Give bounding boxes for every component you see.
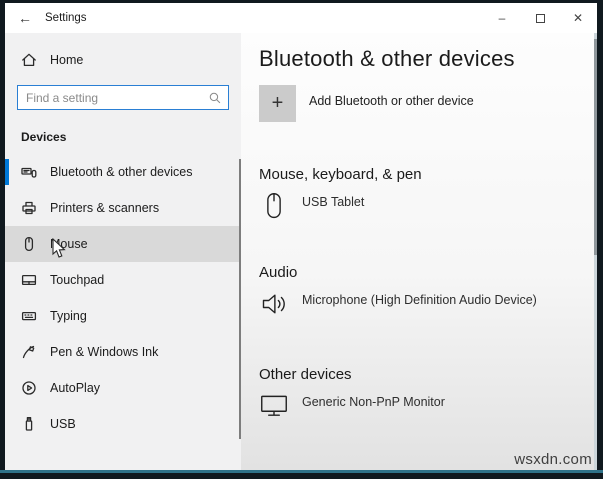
devices-icon [21, 164, 37, 180]
maximize-button[interactable] [521, 3, 559, 33]
device-row-microphone[interactable]: Microphone (High Definition Audio Device… [259, 288, 537, 320]
content-scrollbar-track[interactable] [594, 33, 597, 470]
sidebar-item-touchpad[interactable]: Touchpad [5, 262, 241, 298]
watermark: wsxdn.com [514, 451, 592, 468]
back-arrow-icon: ← [18, 10, 32, 26]
device-row-generic-monitor[interactable]: Generic Non-PnP Monitor [259, 390, 445, 422]
sidebar-item-label: Printers & scanners [50, 201, 159, 215]
device-label: Microphone (High Definition Audio Device… [302, 293, 537, 307]
printer-icon [21, 200, 37, 216]
sidebar: Home Devices Bluetooth & other devices [5, 33, 241, 470]
sidebar-item-label: Pen & Windows Ink [50, 345, 158, 359]
plus-icon: + [259, 85, 296, 122]
sidebar-nav: Bluetooth & other devices Printers & sca… [5, 154, 241, 442]
close-icon: ✕ [573, 11, 583, 25]
sidebar-item-usb[interactable]: USB [5, 406, 241, 442]
sidebar-item-home[interactable]: Home [5, 47, 241, 73]
touchpad-icon [21, 272, 37, 288]
device-row-usb-tablet[interactable]: USB Tablet [259, 190, 364, 222]
maximize-icon [536, 14, 545, 23]
window-title: Settings [45, 12, 87, 24]
keyboard-icon [21, 308, 37, 324]
titlebar: ← Settings – ✕ [5, 3, 597, 33]
add-bluetooth-device-button[interactable]: + Add Bluetooth or other device [259, 85, 474, 122]
usb-icon [21, 416, 37, 432]
sidebar-item-label: Typing [50, 309, 87, 323]
settings-window: ← Settings – ✕ Home [5, 3, 597, 470]
section-header-other-devices: Other devices [259, 366, 597, 383]
search-box [17, 85, 229, 110]
monitor-icon [259, 390, 289, 422]
sidebar-item-mouse[interactable]: Mouse [5, 226, 241, 262]
back-button[interactable]: ← [5, 10, 45, 26]
section-header-mouse-keyboard-pen: Mouse, keyboard, & pen [259, 166, 597, 183]
sidebar-item-label: USB [50, 417, 76, 431]
add-button-label: Add Bluetooth or other device [309, 94, 474, 108]
sidebar-item-label: Home [50, 53, 83, 67]
section-header-audio: Audio [259, 264, 597, 281]
close-button[interactable]: ✕ [559, 3, 597, 33]
sidebar-item-typing[interactable]: Typing [5, 298, 241, 334]
mouse-cursor-icon [52, 238, 67, 264]
sidebar-item-label: AutoPlay [50, 381, 100, 395]
mouse-icon [259, 190, 289, 222]
content-scrollbar-thumb[interactable] [594, 39, 597, 255]
sidebar-section-header: Devices [21, 130, 241, 144]
minimize-icon: – [499, 11, 506, 25]
minimize-button[interactable]: – [483, 3, 521, 33]
sidebar-item-label: Bluetooth & other devices [50, 165, 192, 179]
sidebar-item-autoplay[interactable]: AutoPlay [5, 370, 241, 406]
search-input[interactable] [26, 91, 208, 105]
sidebar-item-pen-windows-ink[interactable]: Pen & Windows Ink [5, 334, 241, 370]
main-content: Bluetooth & other devices + Add Bluetoot… [241, 33, 597, 470]
autoplay-icon [21, 380, 37, 396]
page-title: Bluetooth & other devices [259, 46, 597, 72]
device-label: USB Tablet [302, 195, 364, 209]
frame-bottom-edge [0, 470, 603, 473]
search-icon[interactable] [208, 91, 222, 105]
device-label: Generic Non-PnP Monitor [302, 395, 445, 409]
sidebar-item-label: Touchpad [50, 273, 104, 287]
speaker-icon [259, 288, 289, 320]
mouse-icon [21, 236, 37, 252]
sidebar-item-bluetooth-other-devices[interactable]: Bluetooth & other devices [5, 154, 241, 190]
sidebar-item-printers-scanners[interactable]: Printers & scanners [5, 190, 241, 226]
home-icon [21, 52, 37, 68]
pen-icon [21, 344, 37, 360]
